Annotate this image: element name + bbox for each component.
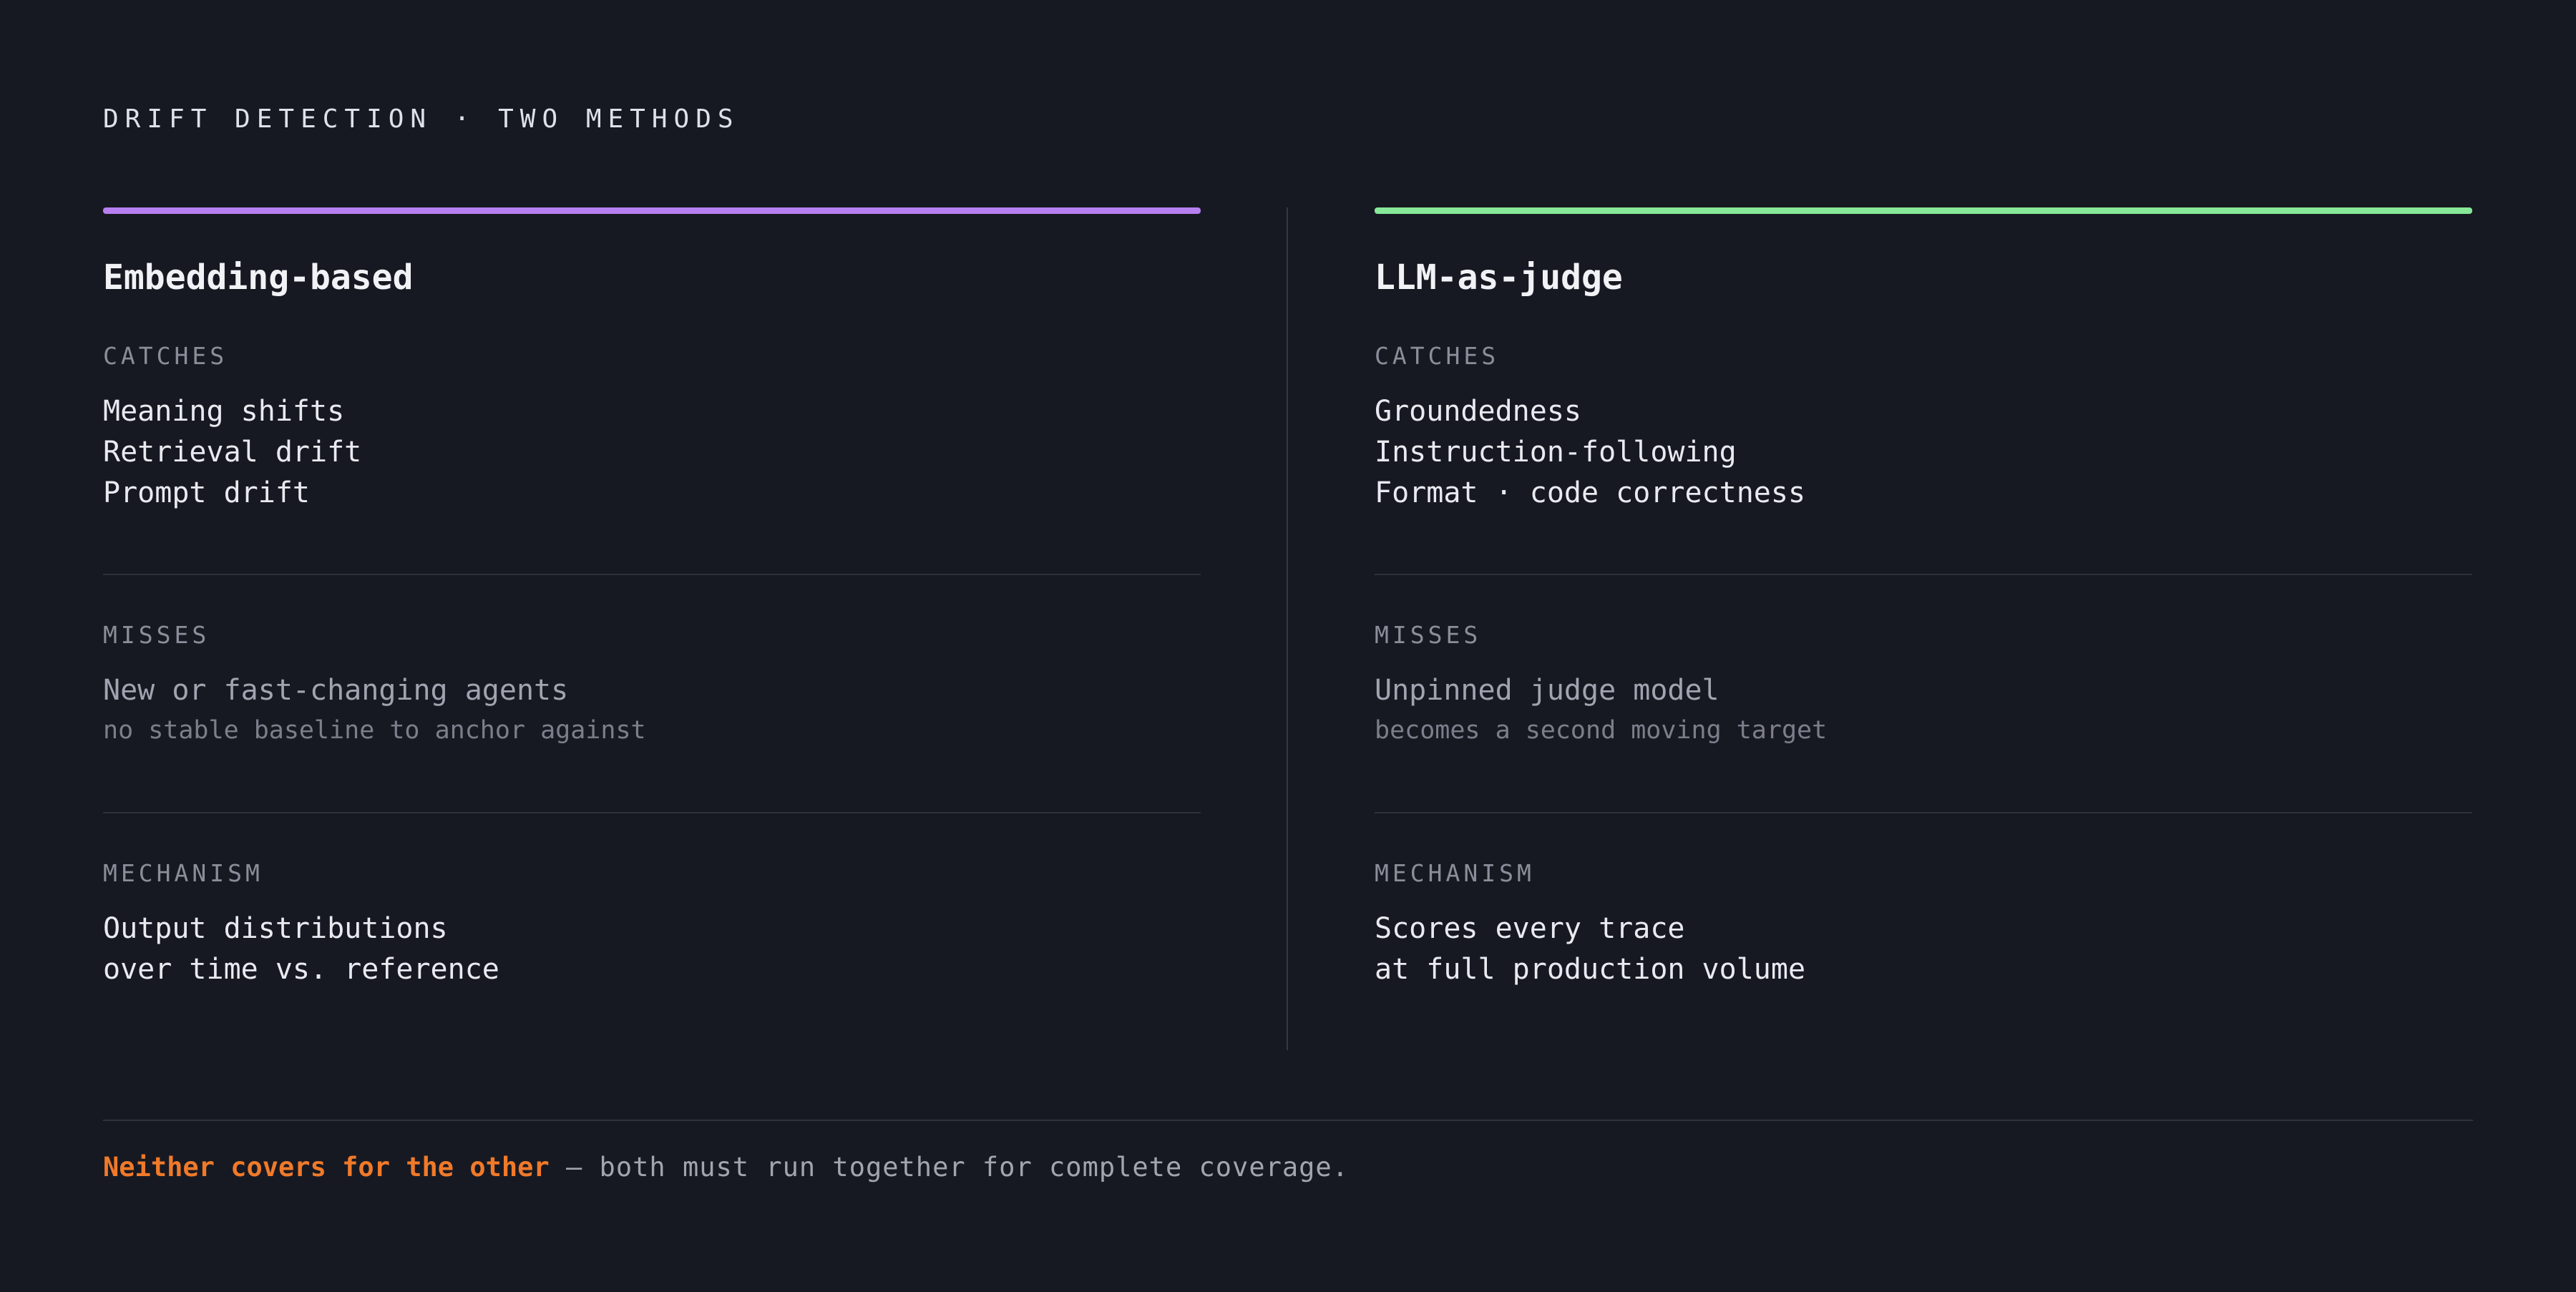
column-title: LLM-as-judge [1375,258,1623,298]
catches-label: CATCHES [1375,342,1500,370]
mechanism-label: MECHANISM [103,859,263,887]
misses-main: Unpinned judge model [1375,674,1719,707]
footer-rest: — both must run together for complete co… [549,1152,1349,1183]
catches-label: CATCHES [103,342,228,370]
mechanism-line: Output distributions [103,912,448,945]
accent-bar-embedding [103,207,1201,214]
accent-bar-llm-judge [1375,207,2472,214]
misses-sub: no stable baseline to anchor against [103,716,646,745]
section-divider [103,574,1201,575]
section-divider [1375,574,2472,575]
section-divider [103,812,1201,813]
catches-item: Instruction-following [1375,436,1737,469]
catches-item: Format · code correctness [1375,476,1806,509]
column-embedding-based: Embedding-based CATCHES Meaning shifts R… [103,207,1201,986]
mechanism-line: Scores every trace [1375,912,1685,945]
catches-item: Retrieval drift [103,436,362,469]
catches-item: Prompt drift [103,476,310,509]
misses-label: MISSES [1375,621,1482,649]
mechanism-line: at full production volume [1375,953,1806,986]
column-title: Embedding-based [103,258,414,298]
section-divider [1375,812,2472,813]
footer-note: Neither covers for the other — both must… [103,1152,1349,1183]
mechanism-line: over time vs. reference [103,953,499,986]
misses-main: New or fast-changing agents [103,674,569,707]
misses-label: MISSES [103,621,210,649]
column-divider [1287,207,1288,1050]
catches-item: Meaning shifts [103,395,345,428]
footer-emphasis: Neither covers for the other [103,1152,550,1183]
catches-item: Groundedness [1375,395,1581,428]
column-llm-as-judge: LLM-as-judge CATCHES Groundedness Instru… [1375,207,2472,986]
diagram-header: DRIFT DETECTION · TWO METHODS [103,104,740,134]
misses-sub: becomes a second moving target [1375,716,1828,745]
footer-divider [103,1120,2473,1121]
mechanism-label: MECHANISM [1375,859,1535,887]
